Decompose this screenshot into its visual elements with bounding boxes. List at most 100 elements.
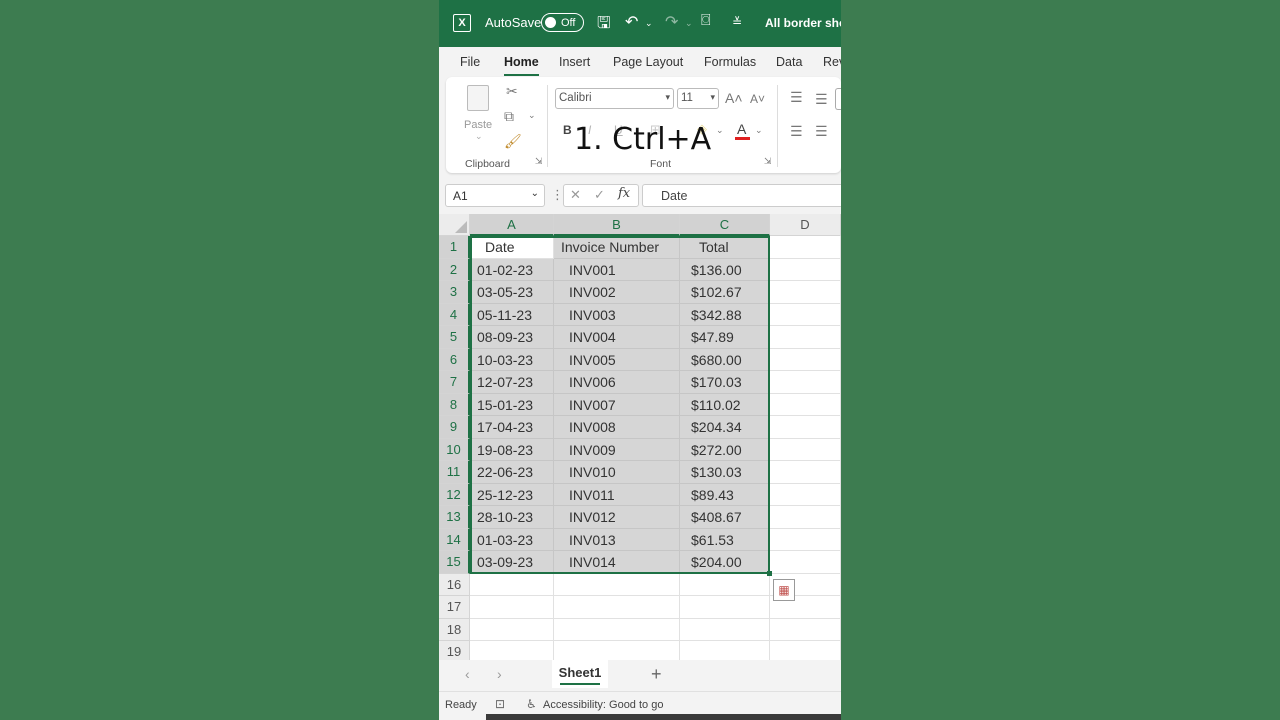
- date-cell[interactable]: 19-08-23: [470, 438, 554, 461]
- date-cell[interactable]: 17-04-23: [470, 416, 554, 439]
- date-cell[interactable]: 01-03-23: [470, 528, 554, 551]
- worksheet-grid[interactable]: A B C D 1 Date Invoice Number Total 2 01-02-2…: [439, 214, 841, 660]
- total-cell[interactable]: $61.53: [680, 528, 770, 551]
- invoice-cell[interactable]: INV004: [554, 326, 680, 349]
- empty-cell[interactable]: [770, 236, 841, 259]
- date-cell[interactable]: 08-09-23: [470, 326, 554, 349]
- empty-cell[interactable]: [770, 371, 841, 394]
- copy-dropdown-icon[interactable]: ⌄: [528, 110, 536, 121]
- total-cell[interactable]: $89.43: [680, 483, 770, 506]
- previous-sheet-icon[interactable]: ‹: [465, 666, 470, 682]
- redo-icon[interactable]: ↷: [665, 12, 678, 32]
- empty-cell[interactable]: [770, 416, 841, 439]
- font-color-dropdown-icon[interactable]: ⌄: [755, 125, 763, 136]
- invoice-cell[interactable]: INV007: [554, 393, 680, 416]
- empty-cell[interactable]: [680, 618, 770, 641]
- invoice-cell[interactable]: INV013: [554, 528, 680, 551]
- date-cell[interactable]: 10-03-23: [470, 348, 554, 371]
- row-header[interactable]: 1: [439, 236, 470, 259]
- top-align-icon[interactable]: ☰: [790, 89, 803, 106]
- empty-cell[interactable]: [470, 573, 554, 596]
- fill-handle[interactable]: [767, 571, 772, 576]
- total-cell[interactable]: $342.88: [680, 303, 770, 326]
- total-cell[interactable]: $110.02: [680, 393, 770, 416]
- header-cell[interactable]: Invoice Number: [554, 236, 680, 259]
- fill-color-dropdown-icon[interactable]: ⌄: [716, 125, 724, 136]
- column-header-d[interactable]: D: [770, 214, 841, 236]
- date-cell[interactable]: 05-11-23: [470, 303, 554, 326]
- redo-dropdown-icon[interactable]: ⌄: [685, 18, 693, 29]
- empty-cell[interactable]: [680, 573, 770, 596]
- save-icon[interactable]: 🖫: [597, 12, 611, 39]
- invoice-cell[interactable]: INV012: [554, 506, 680, 529]
- tab-formulas[interactable]: Formulas: [704, 55, 756, 69]
- total-cell[interactable]: $272.00: [680, 438, 770, 461]
- date-cell[interactable]: 28-10-23: [470, 506, 554, 529]
- date-cell[interactable]: 03-09-23: [470, 551, 554, 574]
- date-cell[interactable]: 01-02-23: [470, 258, 554, 281]
- row-header[interactable]: 14: [439, 528, 470, 551]
- decrease-font-size-icon[interactable]: A˅: [750, 92, 765, 106]
- next-sheet-icon[interactable]: ›: [497, 666, 502, 682]
- row-header[interactable]: 17: [439, 596, 470, 619]
- font-size-select[interactable]: 11 ▾: [677, 88, 719, 109]
- empty-cell[interactable]: [554, 618, 680, 641]
- align-left-icon[interactable]: ☰: [790, 123, 803, 140]
- row-header[interactable]: 3: [439, 281, 470, 304]
- invoice-cell[interactable]: INV002: [554, 281, 680, 304]
- invoice-cell[interactable]: INV010: [554, 461, 680, 484]
- total-cell[interactable]: $102.67: [680, 281, 770, 304]
- quick-analysis-icon[interactable]: ▦: [773, 579, 795, 601]
- empty-cell[interactable]: [770, 618, 841, 641]
- invoice-cell[interactable]: INV014: [554, 551, 680, 574]
- undo-icon[interactable]: ↶: [625, 12, 638, 32]
- empty-cell[interactable]: [770, 326, 841, 349]
- row-header[interactable]: 9: [439, 416, 470, 439]
- empty-cell[interactable]: [470, 596, 554, 619]
- header-cell[interactable]: Date: [470, 236, 554, 259]
- autosave-toggle[interactable]: Off: [541, 13, 584, 32]
- font-launcher-icon[interactable]: ⇲: [764, 156, 772, 167]
- customize-toolbar-icon[interactable]: ≚: [732, 15, 742, 29]
- empty-cell[interactable]: [770, 506, 841, 529]
- row-header[interactable]: 7: [439, 371, 470, 394]
- empty-cell[interactable]: [770, 258, 841, 281]
- total-cell[interactable]: $680.00: [680, 348, 770, 371]
- column-header-a[interactable]: A: [470, 214, 554, 236]
- empty-cell[interactable]: [554, 573, 680, 596]
- macro-recording-icon[interactable]: ⊡: [495, 697, 505, 711]
- row-header[interactable]: 2: [439, 258, 470, 281]
- empty-cell[interactable]: [470, 641, 554, 660]
- total-cell[interactable]: $136.00: [680, 258, 770, 281]
- row-header[interactable]: 19: [439, 641, 470, 660]
- row-header[interactable]: 5: [439, 326, 470, 349]
- undo-dropdown-icon[interactable]: ⌄: [645, 18, 653, 29]
- total-cell[interactable]: $47.89: [680, 326, 770, 349]
- font-name-select[interactable]: Calibri ▾: [555, 88, 674, 109]
- bold-button[interactable]: B: [563, 123, 572, 137]
- row-header[interactable]: 6: [439, 348, 470, 371]
- empty-cell[interactable]: [680, 641, 770, 660]
- row-header[interactable]: 12: [439, 483, 470, 506]
- date-cell[interactable]: 03-05-23: [470, 281, 554, 304]
- invoice-cell[interactable]: INV005: [554, 348, 680, 371]
- row-header[interactable]: 16: [439, 573, 470, 596]
- accessibility-icon[interactable]: ♿: [526, 697, 537, 711]
- invoice-cell[interactable]: INV011: [554, 483, 680, 506]
- row-header[interactable]: 18: [439, 618, 470, 641]
- bottom-align-icon[interactable]: [835, 88, 841, 110]
- increase-font-size-icon[interactable]: A˄: [725, 90, 743, 106]
- row-header[interactable]: 4: [439, 303, 470, 326]
- tab-file[interactable]: File: [460, 55, 480, 69]
- empty-cell[interactable]: [770, 461, 841, 484]
- empty-cell[interactable]: [770, 483, 841, 506]
- invoice-cell[interactable]: INV009: [554, 438, 680, 461]
- align-center-icon[interactable]: ☰: [815, 123, 828, 140]
- empty-cell[interactable]: [554, 641, 680, 660]
- total-cell[interactable]: $204.34: [680, 416, 770, 439]
- column-header-b[interactable]: B: [554, 214, 680, 236]
- total-cell[interactable]: $408.67: [680, 506, 770, 529]
- invoice-cell[interactable]: INV008: [554, 416, 680, 439]
- empty-cell[interactable]: [680, 596, 770, 619]
- date-cell[interactable]: 12-07-23: [470, 371, 554, 394]
